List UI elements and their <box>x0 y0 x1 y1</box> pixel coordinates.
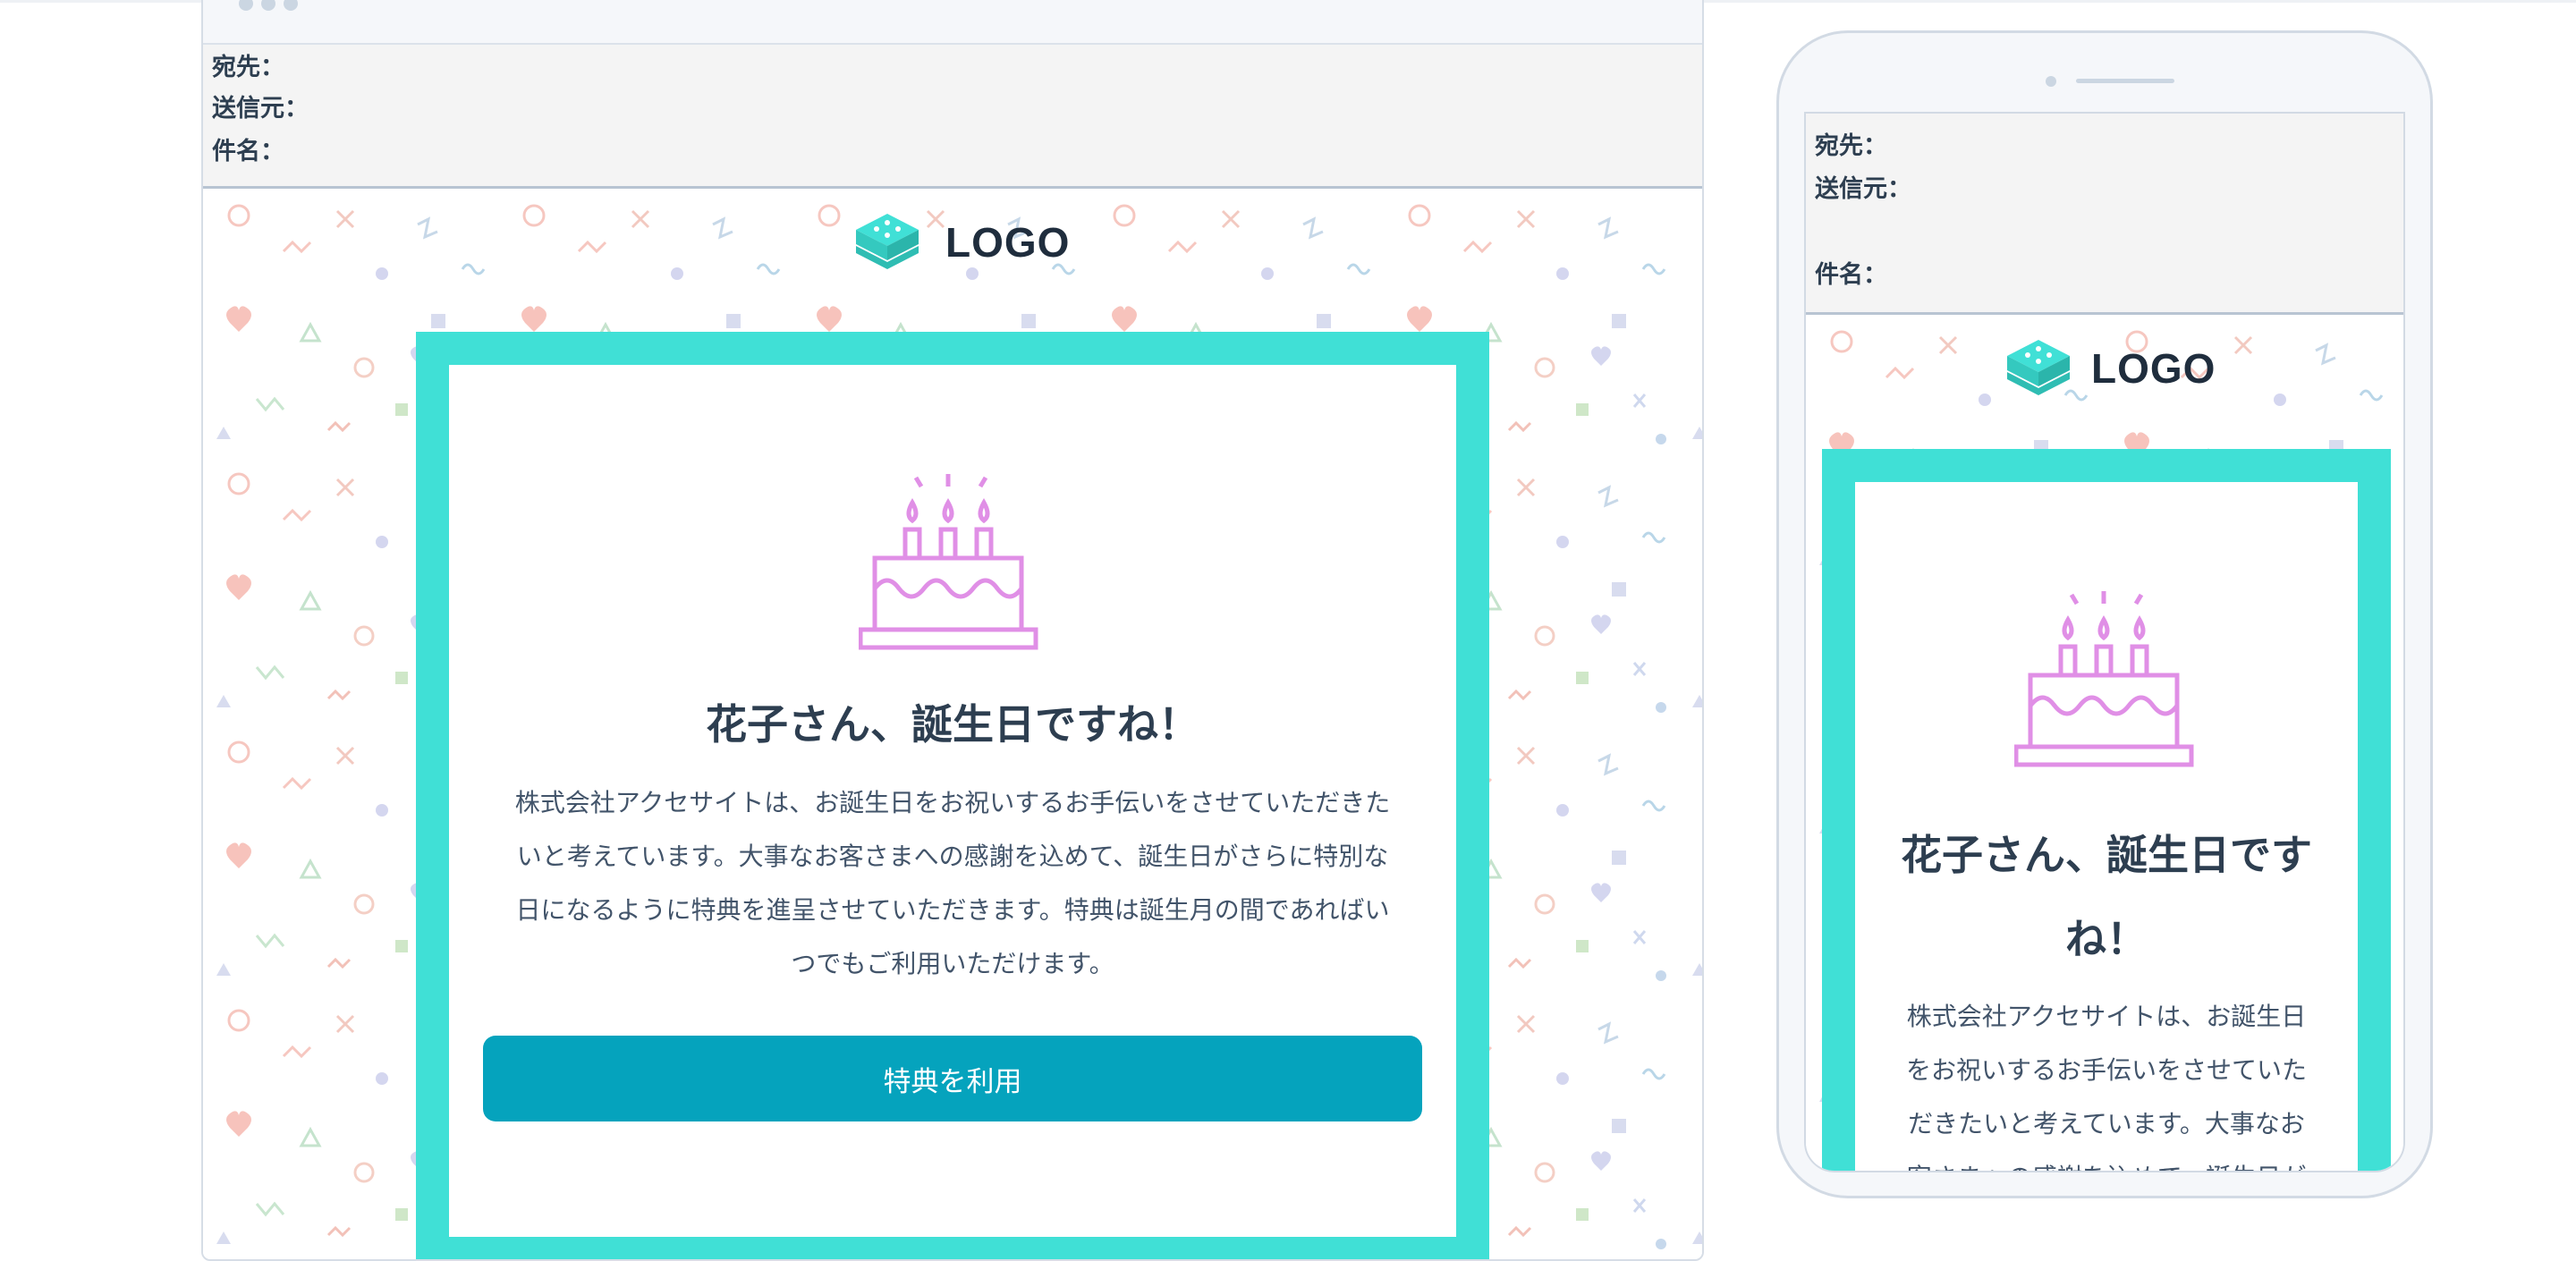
speaker-icon <box>2076 79 2174 83</box>
body-line: をお祝いするお手伝いをさせていた <box>1905 1055 2307 1085</box>
mobile-screen: 宛先： 送信元： 件名： LOGO 花子さん、誕生日です ね！ 株式会社アクセサ… <box>1804 112 2405 1172</box>
card-body: 株式会社アクセサイトは、お誕生日 をお祝いするお手伝いをさせていた だきたいと考… <box>1873 990 2340 1171</box>
birthday-cake-icon <box>2014 591 2194 767</box>
body-line: 客さまへの感謝を込めて、誕生日が <box>1873 1151 2340 1171</box>
birthday-cake-icon <box>859 474 1038 650</box>
body-line: だきたいと考えています。大事なお <box>1908 1109 2305 1138</box>
logo-text: LOGO <box>2091 345 2216 392</box>
logo-text: LOGO <box>945 219 1071 266</box>
card-body: 株式会社アクセサイトは、お誕生日をお祝いするお手伝いをさせていただきた いと考え… <box>483 776 1422 991</box>
window-dot-icon <box>284 0 298 11</box>
heading-line: ね！ <box>2065 915 2148 963</box>
body-line: いと考えています。大事なお客さまへの感謝を込めて、誕生日がさらに特別な <box>516 842 1389 871</box>
body-line: 株式会社アクセサイトは、お誕生日 <box>1906 1002 2307 1031</box>
card-heading: 花子さん、誕生日ですね！ <box>706 700 1199 749</box>
email-header: 宛先： 送信元： 件名： <box>203 45 1702 189</box>
window-chrome <box>203 0 1702 45</box>
email-header: 宛先： 送信元： 件名： <box>1806 114 2403 315</box>
card-heading: 花子さん、誕生日です ね！ <box>1855 813 2358 981</box>
subject-label: 件名： <box>212 138 284 165</box>
email-body: LOGO 花子さん、誕生日です ね！ 株式会社アクセサイトは、お誕生日 をお祝い… <box>1806 315 2403 1171</box>
email-card: 花子さん、誕生日です ね！ 株式会社アクセサイトは、お誕生日 をお祝いするお手伝… <box>1855 482 2358 1171</box>
logo: LOGO <box>847 207 1070 278</box>
logo: LOGO <box>1998 333 2216 404</box>
stacked-cube-logo-icon <box>2007 340 2070 395</box>
window-dot-icon <box>239 0 253 11</box>
body-line: つでもご利用いただけます。 <box>791 949 1114 978</box>
stacked-cube-logo-icon <box>856 214 919 269</box>
from-label: 送信元： <box>1815 175 1911 203</box>
window-dot-icon <box>261 0 275 11</box>
mobile-preview: 宛先： 送信元： 件名： LOGO 花子さん、誕生日です ね！ 株式会社アクセサ… <box>1776 30 2433 1198</box>
to-label: 宛先： <box>1815 132 1887 160</box>
camera-icon <box>2046 76 2056 87</box>
email-card: 花子さん、誕生日ですね！ 株式会社アクセサイトは、お誕生日をお祝いするお手伝いを… <box>449 365 1456 1237</box>
desktop-preview: 宛先： 送信元： 件名： LOGO 花子さん、誕生日ですね！ 株式会社アクセサイ… <box>201 0 1704 1261</box>
body-line: 日になるように特典を進呈させていただきます。特典は誕生月の間であればい <box>515 895 1390 925</box>
body-line: 株式会社アクセサイトは、お誕生日をお祝いするお手伝いをさせていただきた <box>514 788 1391 817</box>
redeem-button[interactable]: 特典を利用 <box>483 1036 1422 1121</box>
subject-label: 件名： <box>1815 261 1887 289</box>
heading-line: 花子さん、誕生日です <box>1901 831 2312 879</box>
email-body: LOGO 花子さん、誕生日ですね！ 株式会社アクセサイトは、お誕生日をお祝いする… <box>203 189 1702 1259</box>
